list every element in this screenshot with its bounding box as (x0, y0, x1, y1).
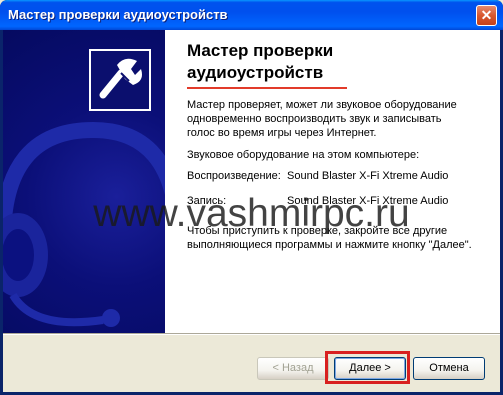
intro-text: Мастер проверяет, может ли звуковое обор… (187, 99, 457, 139)
content-panel: Мастер проверки аудиоустройств Мастер пр… (165, 30, 500, 333)
wizard-window: Мастер проверки аудиоустройств ✕ Мастер … (0, 0, 503, 395)
title-bar[interactable]: Мастер проверки аудиоустройств ✕ (0, 0, 503, 30)
heading-line-1: Мастер проверки (187, 41, 334, 60)
playback-device: Sound Blaster X-Fi Xtreme Audio (287, 170, 449, 182)
close-icon: ✕ (480, 7, 493, 23)
wizard-heading: Мастер проверки аудиоустройств (187, 40, 427, 84)
left-graphic-panel (3, 30, 165, 333)
close-button[interactable]: ✕ (476, 5, 497, 26)
back-button[interactable]: < Назад (257, 357, 329, 380)
watermark-text: www.vashmirpc.ru (93, 192, 410, 235)
button-separator (3, 333, 500, 335)
next-button-highlight (325, 351, 410, 384)
window-title: Мастер проверки аудиоустройств (8, 7, 228, 22)
playback-label: Воспроизведение: (187, 170, 281, 182)
cancel-button[interactable]: Отмена (413, 357, 485, 380)
heading-line-2: аудиоустройств (187, 63, 324, 82)
hardware-label: Звуковое оборудование на этом компьютере… (187, 149, 420, 161)
heading-underline (187, 87, 347, 89)
headset-wrench-icon (89, 49, 151, 111)
